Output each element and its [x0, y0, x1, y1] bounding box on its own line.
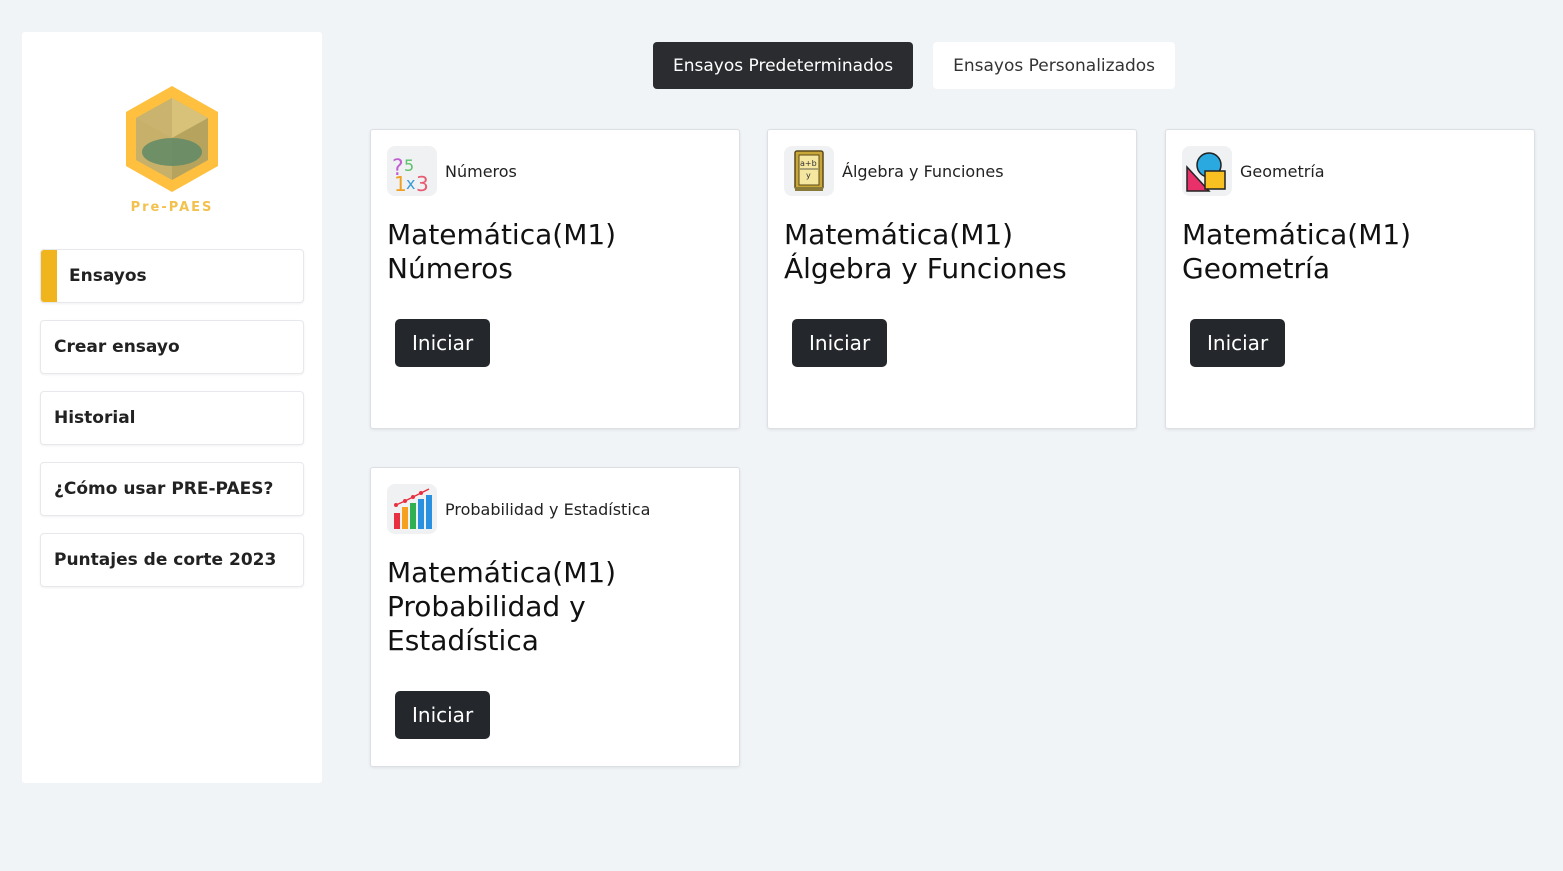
sidebar: Pre-PAES Ensayos Crear ensayo Historial …: [22, 32, 322, 783]
algebra-book-icon: a+b y: [784, 146, 834, 196]
svg-text:3: 3: [416, 172, 429, 193]
sidebar-item-label: Crear ensayo: [54, 337, 180, 357]
card-title-line: Matemática(M1): [387, 556, 617, 589]
logo: Pre-PAES: [122, 84, 222, 224]
svg-text:y: y: [806, 171, 811, 180]
card-title-line: Geometría: [1182, 252, 1330, 285]
svg-text:x: x: [406, 174, 415, 193]
tab-ensayos-personalizados[interactable]: Ensayos Personalizados: [933, 42, 1176, 89]
card-header: a+b y Álgebra y Funciones: [784, 146, 1004, 196]
card-subject: Probabilidad y Estadística: [445, 499, 651, 519]
sidebar-item-historial[interactable]: Historial: [40, 391, 304, 445]
card-title: Matemática(M1) Geometría: [1182, 218, 1518, 286]
numbers-icon: ? 5 1 x 3: [387, 146, 437, 196]
sidebar-nav: Ensayos Crear ensayo Historial ¿Cómo usa…: [40, 249, 304, 604]
svg-text:a+b: a+b: [800, 159, 817, 168]
essay-type-tabs: Ensayos Predeterminados Ensayos Personal…: [653, 42, 1176, 89]
essay-card-geometria: Geometría Matemática(M1) Geometría Inici…: [1165, 129, 1535, 429]
start-button[interactable]: Iniciar: [792, 319, 888, 367]
sidebar-item-puntajes-de-corte[interactable]: Puntajes de corte 2023: [40, 533, 304, 587]
start-button[interactable]: Iniciar: [395, 319, 491, 367]
sidebar-item-label: Ensayos: [69, 266, 147, 286]
svg-text:1: 1: [394, 172, 407, 193]
essay-card-probabilidad: Probabilidad y Estadística Matemática(M1…: [370, 467, 740, 767]
sidebar-item-label: ¿Cómo usar PRE-PAES?: [54, 479, 274, 499]
card-subject: Números: [445, 161, 517, 181]
card-title-line: Probabilidad y Estadística: [387, 590, 586, 657]
card-title-line: Matemática(M1): [784, 218, 1014, 251]
card-subject: Geometría: [1240, 161, 1325, 181]
card-title: Matemática(M1) Números: [387, 218, 723, 286]
start-button[interactable]: Iniciar: [395, 691, 491, 739]
sidebar-item-label: Historial: [54, 408, 136, 428]
tab-ensayos-predeterminados[interactable]: Ensayos Predeterminados: [653, 42, 914, 89]
essay-card-algebra: a+b y Álgebra y Funciones Matemática(M1)…: [767, 129, 1137, 429]
sidebar-item-crear-ensayo[interactable]: Crear ensayo: [40, 320, 304, 374]
logo-text: Pre-PAES: [130, 200, 214, 215]
card-title: Matemática(M1) Probabilidad y Estadístic…: [387, 556, 723, 658]
card-title-line: Matemática(M1): [387, 218, 617, 251]
sidebar-item-label: Puntajes de corte 2023: [54, 550, 277, 570]
card-title-line: Números: [387, 252, 513, 285]
hexagon-logo-icon: [126, 86, 218, 192]
sidebar-item-ensayos[interactable]: Ensayos: [40, 249, 304, 303]
start-button[interactable]: Iniciar: [1190, 319, 1286, 367]
bar-chart-icon: [387, 484, 437, 534]
essay-card-numeros: ? 5 1 x 3 Números Matemática(M1) Números…: [370, 129, 740, 429]
geometry-shapes-icon: [1182, 146, 1232, 196]
sidebar-item-como-usar[interactable]: ¿Cómo usar PRE-PAES?: [40, 462, 304, 516]
card-title: Matemática(M1) Álgebra y Funciones: [784, 218, 1120, 286]
card-title-line: Álgebra y Funciones: [784, 252, 1067, 285]
card-header: Geometría: [1182, 146, 1325, 196]
card-subject: Álgebra y Funciones: [842, 161, 1004, 181]
card-header: Probabilidad y Estadística: [387, 484, 650, 534]
card-title-line: Matemática(M1): [1182, 218, 1412, 251]
card-header: ? 5 1 x 3 Números: [387, 146, 517, 196]
